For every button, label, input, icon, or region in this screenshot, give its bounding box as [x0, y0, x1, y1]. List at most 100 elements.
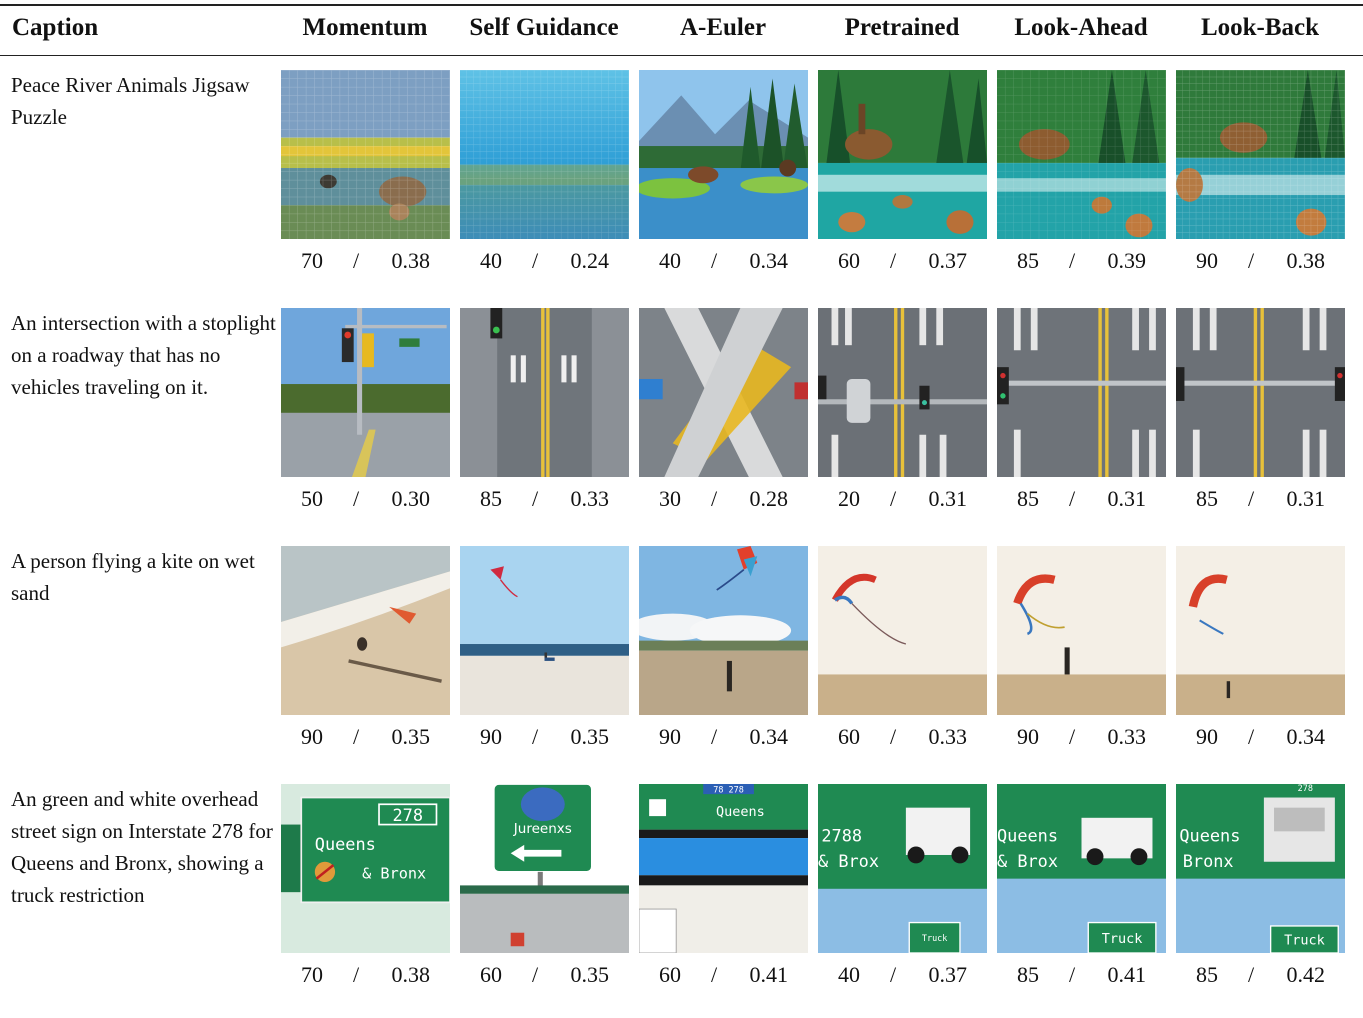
score-separator: / — [890, 962, 897, 987]
score-value: 0.31 — [1107, 486, 1147, 511]
score-separator: / — [532, 724, 539, 749]
top-rule — [0, 4, 1363, 6]
pretrained-deer-image — [818, 70, 987, 239]
look-ahead-intersection-image — [997, 308, 1166, 477]
score-value: 85 — [480, 486, 502, 511]
score-value: 0.28 — [749, 486, 789, 511]
score-value: 0.35 — [570, 724, 610, 749]
a-euler-street-sign-image: 78 278 Queens — [639, 784, 808, 953]
score-value: 50 — [301, 486, 323, 511]
score-value: 90 — [659, 724, 681, 749]
score-separator: / — [1248, 248, 1255, 273]
pretrained-sign-number: 2788 — [821, 825, 862, 845]
score-value: 0.34 — [749, 724, 789, 749]
score-momentum-row-1: 70 / 0.38 — [281, 248, 450, 274]
score-look-back-row-3: 90 / 0.34 — [1176, 724, 1345, 750]
score-look-ahead-row-3: 90 / 0.33 — [997, 724, 1166, 750]
score-pretrained-row-4: 40 / 0.37 — [818, 962, 987, 988]
momentum-sign-bronx: & Bronx — [362, 865, 426, 883]
score-momentum-row-3: 90 / 0.35 — [281, 724, 450, 750]
score-value: 90 — [1196, 724, 1218, 749]
a-euler-landscape-image — [639, 70, 808, 239]
score-value: 70 — [301, 248, 323, 273]
score-value: 0.37 — [928, 962, 968, 987]
score-a-euler-row-1: 40 / 0.34 — [639, 248, 808, 274]
score-separator: / — [353, 248, 360, 273]
score-value: 85 — [1017, 486, 1039, 511]
score-separator: / — [1069, 962, 1076, 987]
score-value: 60 — [659, 962, 681, 987]
score-separator: / — [890, 248, 897, 273]
self-guidance-kite-image — [460, 546, 629, 715]
row-2-caption: An intersection with a stoplight on a ro… — [11, 311, 276, 399]
score-value: 85 — [1196, 486, 1218, 511]
score-separator: / — [532, 486, 539, 511]
score-value: 0.38 — [1286, 248, 1326, 273]
look-back-intersection-image — [1176, 308, 1345, 477]
score-value: 70 — [301, 962, 323, 987]
score-separator: / — [711, 724, 718, 749]
score-look-ahead-row-4: 85 / 0.41 — [997, 962, 1166, 988]
score-value: 0.33 — [1107, 724, 1147, 749]
pretrained-intersection-image — [818, 308, 987, 477]
score-separator: / — [711, 486, 718, 511]
score-value: 0.41 — [749, 962, 789, 987]
score-a-euler-row-2: 30 / 0.28 — [639, 486, 808, 512]
look-ahead-sign-bronx: & Brox — [997, 851, 1058, 871]
score-value: 85 — [1017, 962, 1039, 987]
score-separator: / — [890, 486, 897, 511]
score-value: 40 — [480, 248, 502, 273]
momentum-puzzle-image — [281, 70, 450, 239]
score-a-euler-row-4: 60 / 0.41 — [639, 962, 808, 988]
pretrained-small-sign: Truck — [922, 933, 947, 943]
caption-column-header: Caption — [12, 14, 99, 41]
score-value: 0.37 — [928, 248, 968, 273]
score-separator: / — [532, 248, 539, 273]
score-value: 0.34 — [749, 248, 789, 273]
row-1-caption: Peace River Animals Jigsaw Puzzle — [11, 73, 250, 129]
momentum-sign-number: 278 — [392, 805, 423, 825]
momentum-intersection-image — [281, 308, 450, 477]
score-value: 20 — [838, 486, 860, 511]
score-value: 0.24 — [570, 248, 610, 273]
score-separator: / — [890, 724, 897, 749]
score-separator: / — [1248, 486, 1255, 511]
row-4-caption: An green and white overhead street sign … — [11, 787, 273, 907]
score-separator: / — [1069, 724, 1076, 749]
score-value: 0.42 — [1286, 962, 1326, 987]
score-value: 0.33 — [928, 724, 968, 749]
score-value: 0.38 — [391, 248, 431, 273]
score-pretrained-row-3: 60 / 0.33 — [818, 724, 987, 750]
a-euler-sign-number: 78 278 — [713, 784, 743, 794]
score-value: 40 — [838, 962, 860, 987]
score-self-guidance-row-4: 60 / 0.35 — [460, 962, 629, 988]
look-back-sign-bronx: Bronx — [1183, 851, 1234, 871]
look-back-street-sign-image: 278 Queens Bronx Truck — [1176, 784, 1345, 953]
self-guidance-street-sign-image: Jureenxs — [460, 784, 629, 953]
score-value: 0.35 — [391, 724, 431, 749]
score-separator: / — [353, 962, 360, 987]
column-header-look-back: Look-Back — [1200, 14, 1320, 41]
score-value: 0.30 — [391, 486, 431, 511]
score-look-ahead-row-1: 85 / 0.39 — [997, 248, 1166, 274]
look-ahead-small-sign: Truck — [1102, 931, 1143, 947]
self-guidance-sign-text: Jureenxs — [513, 821, 572, 837]
look-back-sign-city: Queens — [1179, 825, 1240, 845]
score-value: 60 — [838, 248, 860, 273]
score-value: 0.41 — [1107, 962, 1147, 987]
score-self-guidance-row-3: 90 / 0.35 — [460, 724, 629, 750]
score-self-guidance-row-1: 40 / 0.24 — [460, 248, 629, 274]
header-rule — [0, 55, 1363, 56]
column-header-a-euler: A-Euler — [679, 14, 767, 41]
column-header-look-ahead: Look-Ahead — [1014, 14, 1148, 41]
score-value: 60 — [480, 962, 502, 987]
look-back-deer-image — [1176, 70, 1345, 239]
score-separator: / — [1248, 962, 1255, 987]
score-separator: / — [711, 248, 718, 273]
score-separator: / — [353, 486, 360, 511]
look-ahead-sign-city: Queens — [997, 825, 1058, 845]
score-value: 0.34 — [1286, 724, 1326, 749]
score-separator: / — [711, 962, 718, 987]
column-header-pretrained: Pretrained — [844, 14, 960, 41]
momentum-kite-image — [281, 546, 450, 715]
